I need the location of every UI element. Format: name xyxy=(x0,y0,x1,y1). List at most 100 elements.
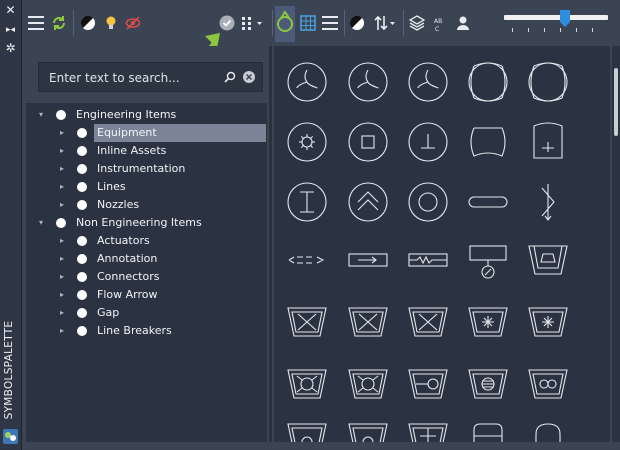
tree-item-row[interactable]: ▸ Gap xyxy=(26,304,267,322)
menu-icon[interactable] xyxy=(28,12,44,34)
chevron-down-icon[interactable]: ▾ xyxy=(36,106,46,124)
lightbulb-icon[interactable] xyxy=(104,12,118,34)
symbol-grid-scrollbar[interactable] xyxy=(612,46,620,442)
symbol-disc[interactable] xyxy=(408,182,448,222)
tree-item-row[interactable]: ▸ Nozzles xyxy=(26,196,267,214)
text-abc-icon[interactable]: AB C xyxy=(432,12,446,34)
symbol-trap[interactable] xyxy=(528,245,568,275)
tree-group-row[interactable]: ▾ Engineering Items xyxy=(26,106,267,124)
visibility-off-icon[interactable] xyxy=(125,12,141,34)
category-dot-icon xyxy=(77,272,87,282)
chevron-right-icon[interactable]: ▸ xyxy=(57,304,67,322)
user-icon[interactable] xyxy=(455,12,471,34)
tree-item-row[interactable]: ▸ Lines xyxy=(26,178,267,196)
palette-title: SYMBOLSPALETTE xyxy=(3,320,15,420)
symbol-fan[interactable] xyxy=(348,62,388,102)
toolbar: AB C xyxy=(22,0,620,74)
chevron-right-icon[interactable]: ▸ xyxy=(57,196,67,214)
list-view-icon[interactable] xyxy=(322,12,338,34)
symbol-tee[interactable] xyxy=(408,122,448,162)
symbol-boxball[interactable] xyxy=(468,369,508,399)
tree-item-row[interactable]: ▸ Equipment xyxy=(26,124,267,142)
contrast-icon[interactable] xyxy=(349,12,365,34)
chevron-right-icon[interactable]: ▸ xyxy=(57,250,67,268)
tree-item-label: Inline Assets xyxy=(97,144,167,157)
search-input[interactable] xyxy=(47,68,216,87)
symbol-instrument[interactable] xyxy=(469,245,507,279)
symbol-tshape[interactable] xyxy=(408,423,448,442)
symbol-square[interactable] xyxy=(348,122,388,162)
symbol-boxs[interactable] xyxy=(287,423,327,442)
tree-item-row[interactable]: ▸ Instrumentation xyxy=(26,160,267,178)
symbol-valve[interactable] xyxy=(287,182,327,222)
tree-item-row[interactable]: ▸ Inline Assets xyxy=(26,142,267,160)
category-dot-icon xyxy=(77,200,87,210)
category-dot-icon xyxy=(77,182,87,192)
app-logo-icon xyxy=(3,429,18,444)
symbol-tank3[interactable] xyxy=(533,122,563,159)
category-dot-icon xyxy=(77,236,87,246)
search-icon[interactable] xyxy=(223,69,237,83)
chevron-right-icon[interactable]: ▸ xyxy=(57,232,67,250)
tree-item-label: Equipment xyxy=(94,124,266,142)
symbol-fan[interactable] xyxy=(287,62,327,102)
scrollbar-thumb[interactable] xyxy=(614,68,618,136)
symbol-boxx[interactable] xyxy=(348,307,388,337)
close-icon[interactable]: ✕ xyxy=(4,4,17,17)
symbol-box4[interactable] xyxy=(528,307,568,337)
chevron-right-icon[interactable]: ▸ xyxy=(57,286,67,304)
tree-item-row[interactable]: ▸ Connectors xyxy=(26,268,267,286)
layers-icon[interactable] xyxy=(408,12,426,34)
symbol-fan[interactable] xyxy=(408,62,448,102)
tree-item-row[interactable]: ▸ Actuators xyxy=(26,232,267,250)
symbol-gear[interactable] xyxy=(287,122,327,162)
sort-icon[interactable] xyxy=(373,12,397,34)
symbol-tank2[interactable] xyxy=(470,127,506,157)
symbol-zigzag[interactable] xyxy=(408,253,448,267)
symbol-boxline[interactable] xyxy=(408,369,448,399)
contrast-icon[interactable] xyxy=(80,12,96,34)
pane-divider[interactable] xyxy=(269,46,272,442)
chevron-right-icon[interactable]: ▸ xyxy=(57,124,67,142)
symbol-chevron[interactable] xyxy=(348,182,388,222)
symbol-box4[interactable] xyxy=(468,307,508,337)
search-box xyxy=(38,62,263,92)
chevron-right-icon[interactable]: ▸ xyxy=(57,268,67,286)
zoom-slider[interactable] xyxy=(504,8,608,36)
table-view-icon[interactable] xyxy=(300,12,316,34)
clear-search-icon[interactable] xyxy=(242,69,256,83)
chevron-right-icon[interactable]: ▸ xyxy=(57,142,67,160)
grid-dropdown-icon[interactable] xyxy=(241,12,265,34)
chevron-right-icon[interactable]: ▸ xyxy=(57,178,67,196)
symbol-boxs[interactable] xyxy=(348,423,388,442)
symbol-boxx[interactable] xyxy=(408,307,448,337)
symbol-boxinf[interactable] xyxy=(528,369,568,399)
symbol-boxcirc[interactable] xyxy=(287,369,327,399)
symbol-boxx[interactable] xyxy=(287,307,327,337)
settings-icon[interactable]: ✲ xyxy=(4,42,17,55)
chevron-down-icon[interactable]: ▾ xyxy=(36,214,46,232)
symbol-lift[interactable] xyxy=(541,184,555,221)
category-dot-icon xyxy=(77,146,87,156)
tree-item-label: Connectors xyxy=(97,270,160,283)
category-dot-icon xyxy=(77,326,87,336)
refresh-icon[interactable] xyxy=(51,12,67,34)
dock-icon[interactable]: ▸◂ xyxy=(4,24,17,37)
symbol-arrowbox[interactable] xyxy=(348,253,388,267)
symbol-tank[interactable] xyxy=(468,62,508,102)
tree-group-row[interactable]: ▾ Non Engineering Items xyxy=(26,214,267,232)
tree-icon[interactable] xyxy=(275,6,295,42)
symbol-boxcirc[interactable] xyxy=(348,369,388,399)
tree-item-label: Lines xyxy=(97,180,126,193)
tree-item-row[interactable]: ▸ Flow Arrow xyxy=(26,286,267,304)
chevron-right-icon[interactable]: ▸ xyxy=(57,322,67,340)
chevron-right-icon[interactable]: ▸ xyxy=(57,160,67,178)
symbol-conveyor[interactable] xyxy=(468,196,508,208)
tree-item-row[interactable]: ▸ Annotation xyxy=(26,250,267,268)
tree-item-label: Line Breakers xyxy=(97,324,172,337)
symbol-arch[interactable] xyxy=(535,423,561,442)
symbol-dashes[interactable] xyxy=(288,256,325,264)
tree-item-row[interactable]: ▸ Line Breakers xyxy=(26,322,267,340)
symbol-tank[interactable] xyxy=(528,62,568,102)
symbol-case[interactable] xyxy=(473,423,503,442)
